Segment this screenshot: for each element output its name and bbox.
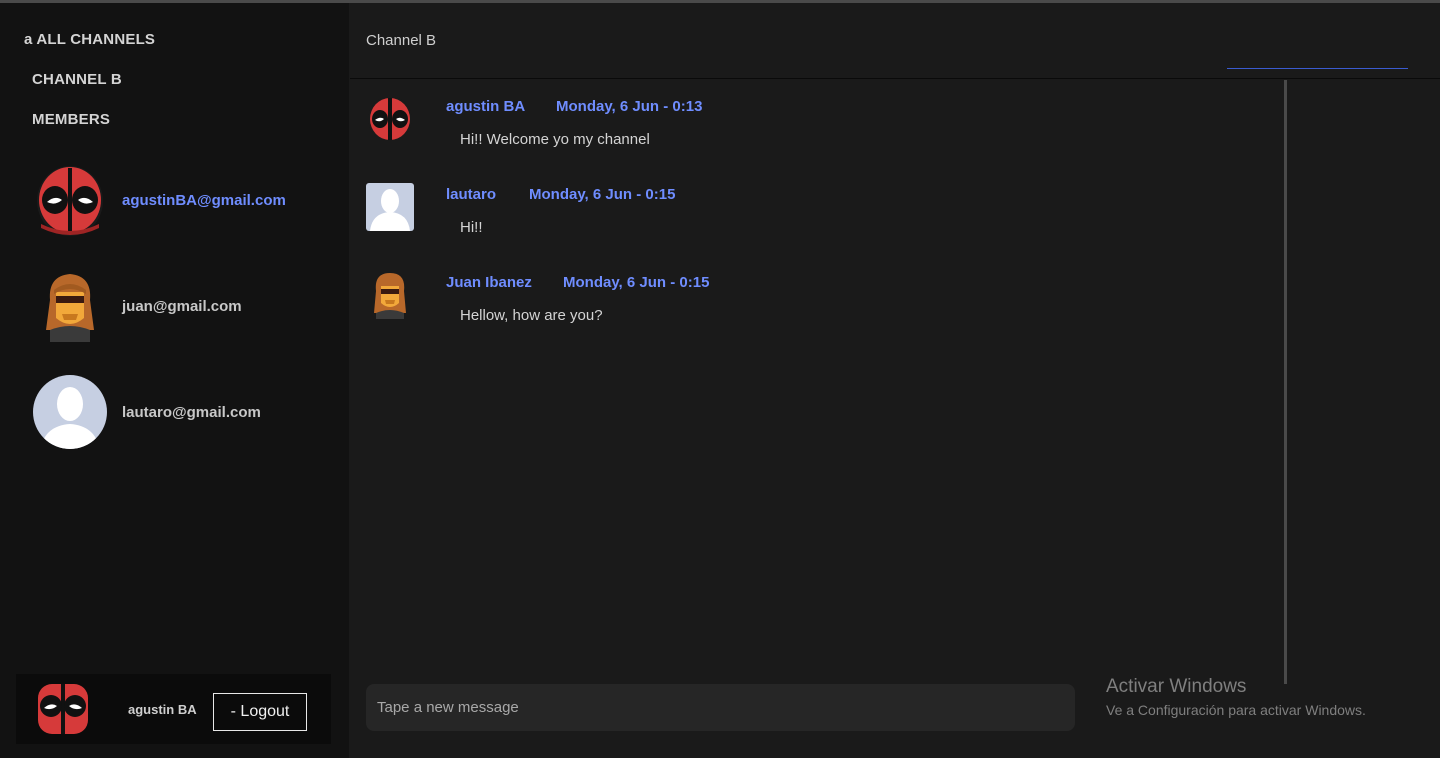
member-item-juan[interactable]: juan@gmail.com: [32, 267, 332, 345]
deadpool-avatar: [366, 95, 414, 143]
message-author: Juan Ibanez: [446, 274, 532, 291]
current-user-name: agustin BA: [128, 702, 197, 717]
member-email: juan@gmail.com: [122, 297, 242, 315]
current-channel-label[interactable]: CHANNEL B: [32, 71, 122, 88]
message-timestamp: Monday, 6 Jun - 0:15: [529, 186, 676, 203]
message-author: agustin BA: [446, 98, 526, 115]
deadpool-avatar: [32, 162, 108, 238]
channel-title: Channel B: [366, 32, 437, 49]
member-email: agustinBA@gmail.com: [122, 191, 286, 209]
windows-activation-subtitle: Ve a Configuración para activar Windows.: [1106, 702, 1366, 718]
header-underline: [1227, 68, 1408, 69]
default-user-avatar: [366, 183, 414, 231]
members-heading: MEMBERS: [32, 111, 111, 128]
message-author: lautaro: [446, 186, 497, 203]
message-timestamp: Monday, 6 Jun - 0:13: [556, 98, 703, 115]
channel-header: Channel B: [350, 3, 1440, 79]
all-channels-link[interactable]: a ALL CHANNELS: [24, 31, 155, 48]
long-hair-man-avatar: [32, 268, 108, 344]
message-input[interactable]: [366, 684, 1075, 731]
windows-activation-title: Activar Windows: [1106, 676, 1247, 697]
messages-scrollbar[interactable]: [1284, 80, 1287, 684]
member-item-lautaro[interactable]: lautaro@gmail.com: [32, 373, 332, 451]
message-item: agustin BA Monday, 6 Jun - 0:13 Hi!! Wel…: [366, 95, 1266, 155]
message-text: Hi!!: [460, 219, 483, 236]
member-email: lautaro@gmail.com: [122, 403, 261, 421]
message-text: Hellow, how are you?: [460, 307, 603, 324]
sidebar: a ALL CHANNELS CHANNEL B MEMBERS agustin…: [0, 3, 349, 758]
message-timestamp: Monday, 6 Jun - 0:15: [563, 274, 710, 291]
message-item: Juan Ibanez Monday, 6 Jun - 0:15 Hellow,…: [366, 271, 1266, 331]
deadpool-avatar: [34, 682, 92, 736]
member-item-agustin[interactable]: agustinBA@gmail.com: [32, 161, 332, 239]
message-item: lautaro Monday, 6 Jun - 0:15 Hi!!: [366, 183, 1266, 243]
long-hair-man-avatar: [366, 271, 414, 319]
current-user-bar: agustin BA - Logout: [16, 674, 331, 744]
message-text: Hi!! Welcome yo my channel: [460, 131, 650, 148]
default-user-avatar: [32, 374, 108, 450]
logout-button[interactable]: - Logout: [213, 693, 307, 731]
